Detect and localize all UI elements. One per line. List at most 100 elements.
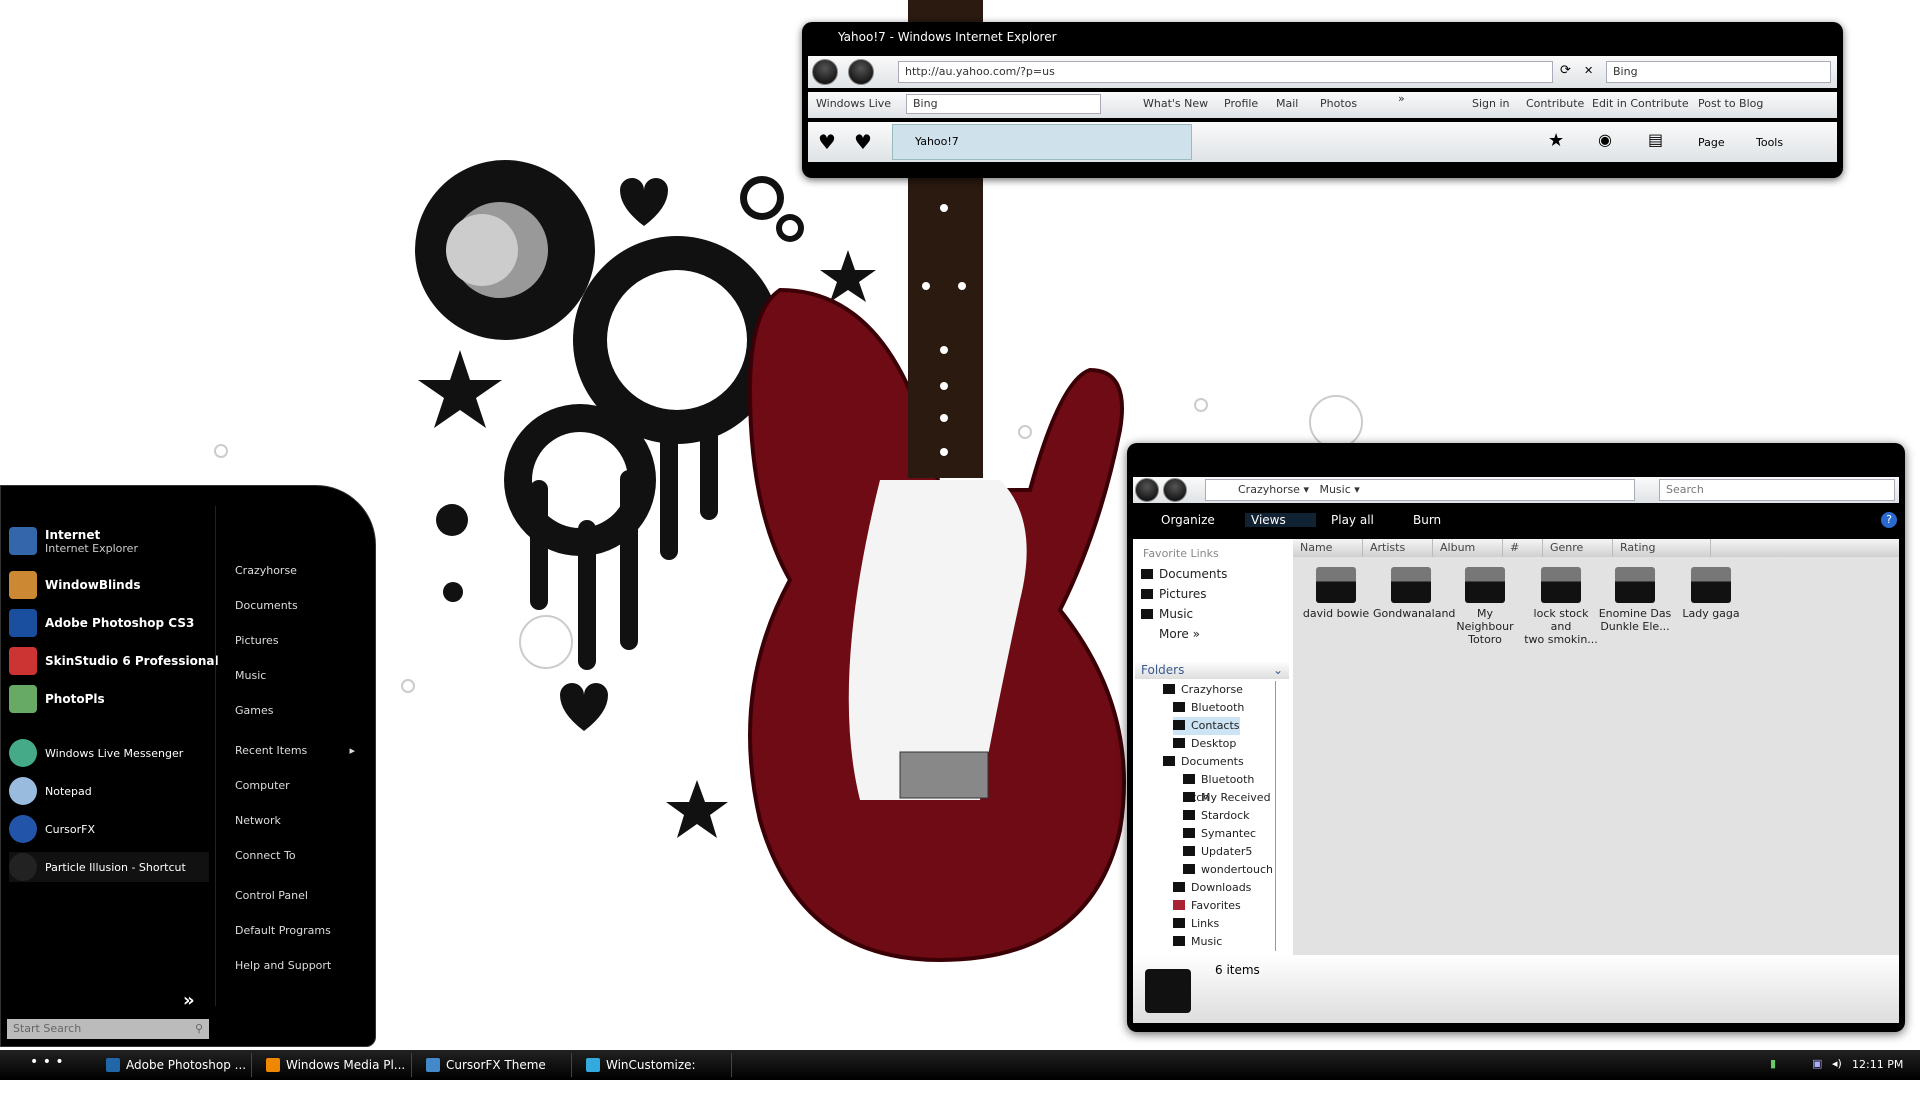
tree-item[interactable]: Downloads xyxy=(1173,879,1251,897)
tree-item[interactable]: Contacts xyxy=(1173,717,1240,735)
breadcrumb[interactable]: Crazyhorse ▾ Music ▾ xyxy=(1205,479,1635,501)
tree-item[interactable]: Documents xyxy=(1163,753,1244,771)
home-star-icon[interactable]: ★ xyxy=(1548,130,1564,151)
profile-link[interactable]: Profile xyxy=(1224,97,1258,110)
start-search-input[interactable]: Start Search ⚲ xyxy=(7,1019,209,1039)
tree-item[interactable]: My Received F xyxy=(1183,789,1273,822)
col-name[interactable]: Name xyxy=(1293,539,1363,557)
refresh-icon[interactable]: ⟳ xyxy=(1560,63,1571,78)
start-menu-link[interactable]: Recent Items ▸ xyxy=(235,744,355,757)
back-button[interactable] xyxy=(1135,478,1159,502)
taskbar-button[interactable]: WinCustomize: Sab... xyxy=(582,1053,732,1096)
tree-item[interactable]: Music xyxy=(1173,933,1222,951)
search-input[interactable]: Search xyxy=(1659,479,1895,501)
start-menu-link[interactable]: Music xyxy=(235,669,266,682)
taskbar-button[interactable]: Adobe Photoshop ... xyxy=(102,1053,252,1077)
play-all-button[interactable]: Play all xyxy=(1331,513,1374,527)
toolbar-search-input[interactable]: Bing xyxy=(906,94,1101,114)
breadcrumb-music[interactable]: Music xyxy=(1319,483,1350,496)
whats-new-link[interactable]: What's New xyxy=(1143,97,1208,110)
fav-music[interactable]: Music xyxy=(1141,605,1193,623)
clock[interactable]: 12:11 PM xyxy=(1852,1058,1903,1071)
fav-pictures[interactable]: Pictures xyxy=(1141,585,1207,603)
post-to-blog-button[interactable]: Post to Blog xyxy=(1698,97,1763,110)
search-input[interactable]: Bing xyxy=(1606,61,1831,83)
tree-scrollbar[interactable] xyxy=(1275,681,1283,951)
tree-item[interactable]: Bluetooth Softw xyxy=(1173,699,1273,732)
forward-button[interactable] xyxy=(1163,478,1187,502)
print-icon[interactable]: ▤ xyxy=(1648,130,1663,149)
all-programs-button[interactable]: » xyxy=(183,990,195,1011)
album-folder[interactable]: david bowie xyxy=(1298,567,1374,620)
pinned-item[interactable]: PhotoPls xyxy=(9,684,105,714)
tree-item[interactable]: Links xyxy=(1173,915,1219,933)
start-menu-link[interactable]: Control Panel xyxy=(235,889,308,902)
mail-link[interactable]: Mail xyxy=(1276,97,1298,110)
start-menu-link[interactable]: Network xyxy=(235,814,281,827)
tree-item[interactable]: wondertouch xyxy=(1183,861,1273,879)
start-menu-link[interactable]: Games xyxy=(235,704,273,717)
tools-menu[interactable]: Tools xyxy=(1756,136,1783,149)
pinned-item[interactable]: WindowBlinds xyxy=(9,570,140,600)
more-links[interactable]: More » xyxy=(1159,625,1200,643)
album-folder[interactable]: My Neighbour Totoro xyxy=(1447,567,1523,646)
pinned-item[interactable]: SkinStudio 6 Professional xyxy=(9,646,219,676)
start-orb-button[interactable]: • • • xyxy=(30,1054,70,1076)
recent-program[interactable]: Particle Illusion - Shortcut xyxy=(9,852,209,882)
start-menu-link[interactable]: Help and Support xyxy=(235,959,331,972)
forward-button[interactable] xyxy=(848,59,874,85)
tree-item[interactable]: Stardock xyxy=(1183,807,1250,825)
feeds-icon[interactable]: ◉ xyxy=(1598,130,1612,149)
folders-header[interactable]: Folders ⌄ xyxy=(1135,661,1289,679)
sign-in-link[interactable]: Sign in xyxy=(1472,97,1510,110)
start-menu-link[interactable]: Crazyhorse xyxy=(235,564,297,577)
recent-program[interactable]: Notepad xyxy=(9,776,92,806)
pinned-item[interactable]: Internet Internet Explorer xyxy=(9,526,138,556)
back-button[interactable] xyxy=(812,59,838,85)
taskbar-button[interactable]: CursorFX Theme Ed... xyxy=(422,1053,572,1096)
photos-link[interactable]: Photos xyxy=(1320,97,1357,110)
album-folder[interactable]: Gondwanaland xyxy=(1373,567,1455,620)
organize-button[interactable]: Organize xyxy=(1161,513,1215,527)
start-menu-link[interactable]: Documents xyxy=(235,599,298,612)
col-artists[interactable]: Artists xyxy=(1363,539,1433,557)
network-icon[interactable]: ▮ xyxy=(1770,1057,1776,1070)
views-button[interactable]: Views xyxy=(1245,513,1316,527)
recent-program[interactable]: Windows Live Messenger xyxy=(9,738,183,768)
recent-program[interactable]: CursorFX xyxy=(9,814,95,844)
burn-button[interactable]: Burn xyxy=(1413,513,1441,527)
tree-item[interactable]: Bluetooth Exch xyxy=(1183,771,1273,804)
address-input[interactable]: http://au.yahoo.com/?p=us xyxy=(898,61,1553,83)
album-folder[interactable]: Enomine Das Dunkle Ele... xyxy=(1597,567,1673,633)
col-genre[interactable]: Genre xyxy=(1543,539,1613,557)
add-favorite-icon[interactable]: ♥ xyxy=(854,130,872,154)
start-menu-link[interactable]: Default Programs xyxy=(235,924,331,937)
tree-item[interactable]: Favorites xyxy=(1173,897,1241,915)
help-icon[interactable]: ? xyxy=(1881,512,1897,528)
more-links-chevron[interactable]: » xyxy=(1398,92,1405,105)
col-rating[interactable]: Rating xyxy=(1613,539,1711,557)
page-menu[interactable]: Page xyxy=(1698,136,1725,149)
album-folder[interactable]: Lady gaga xyxy=(1673,567,1749,620)
tab-yahoo[interactable]: Yahoo!7 xyxy=(892,124,1192,160)
edit-in-contribute-button[interactable]: Edit in Contribute xyxy=(1592,97,1689,110)
col-album[interactable]: Album xyxy=(1433,539,1503,557)
taskbar-button[interactable]: Windows Media Pl... xyxy=(262,1053,412,1077)
tree-item[interactable]: Crazyhorse xyxy=(1163,681,1243,699)
windows-live-link[interactable]: Windows Live xyxy=(816,97,891,110)
tree-item[interactable]: Symantec xyxy=(1183,825,1256,843)
tree-item[interactable]: Desktop xyxy=(1173,735,1236,753)
start-menu-link[interactable]: Connect To xyxy=(235,849,296,862)
album-folder[interactable]: lock stock and two smokin... xyxy=(1523,567,1599,646)
contribute-button[interactable]: Contribute xyxy=(1526,97,1584,110)
start-menu-link[interactable]: Pictures xyxy=(235,634,279,647)
pinned-item[interactable]: Adobe Photoshop CS3 xyxy=(9,608,194,638)
tree-item[interactable]: Updater5 xyxy=(1183,843,1252,861)
col-number[interactable]: # xyxy=(1503,539,1543,557)
volume-icon[interactable]: ◂) xyxy=(1832,1057,1842,1070)
favorites-heart-icon[interactable]: ♥ xyxy=(818,130,836,154)
start-menu-link[interactable]: Computer xyxy=(235,779,290,792)
fav-documents[interactable]: Documents xyxy=(1141,565,1227,583)
stop-icon[interactable]: ✕ xyxy=(1584,64,1593,77)
breadcrumb-crazyhorse[interactable]: Crazyhorse xyxy=(1238,483,1300,496)
